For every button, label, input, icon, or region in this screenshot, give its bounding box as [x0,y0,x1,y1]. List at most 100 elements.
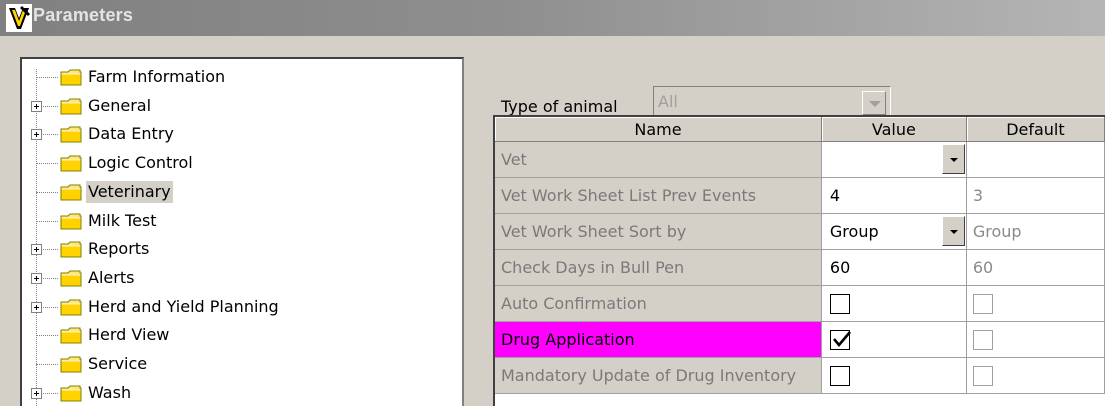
tree-connector [36,191,58,193]
folder-icon [60,355,82,373]
table-row[interactable]: Vet Work Sheet List Prev Events 4 3 [495,177,1105,214]
tree-connector [36,364,58,365]
folder-icon [60,68,82,86]
param-name-vet[interactable]: Vet [495,141,822,178]
table-row[interactable]: Vet Work Sheet Sort by Group Group [495,213,1105,250]
tree-item-label: Logic Control [88,153,193,173]
parameters-grid: Name Value Default Vet Vet Work Sheet Lis… [493,115,1105,406]
tree-item-milk-test[interactable]: Milk Test [22,207,462,235]
title-bar: Parameters [0,0,1105,36]
value-cell[interactable]: 60 [821,249,967,286]
expand-plus-icon[interactable] [31,100,42,112]
tree-item-farm-information[interactable]: Farm Information [22,63,462,91]
tree-connector [36,335,58,337]
type-of-animal-value: All [658,92,678,111]
default-checkbox [972,329,993,350]
tree-item-service[interactable]: Service [22,350,462,378]
default-checkbox [972,293,993,314]
table-row[interactable]: Auto Confirmation [495,285,1105,322]
column-header-name[interactable]: Name [495,117,822,142]
folder-icon [60,298,82,316]
tree-item-alerts[interactable]: Alerts [22,264,462,292]
column-header-default[interactable]: Default [966,117,1105,142]
default-cell: 60 [966,249,1105,286]
default-cell [966,321,1105,358]
column-header-value[interactable]: Value [821,117,967,142]
tree-item-herd-view[interactable]: Herd View [22,321,462,349]
default-cell: Group [966,213,1105,250]
tree-item-label: General [88,95,152,115]
default-cell [966,141,1105,178]
chevron-down-icon[interactable] [862,91,886,115]
table-row[interactable]: Check Days in Bull Pen 60 60 [495,249,1105,286]
value-cell[interactable]: 4 [821,177,967,214]
tree-item-general[interactable]: General [22,92,462,120]
tree-item-label: Data Entry [88,124,174,144]
default-text: Group [972,222,1022,241]
value-text: 60 [829,258,851,277]
type-of-animal-label: Type of animal [501,97,618,116]
tree-connector [36,77,58,78]
table-row[interactable]: Drug Application [495,321,1105,358]
expand-plus-icon[interactable] [31,387,42,399]
param-name-mandatory-update-of-drug-inventory[interactable]: Mandatory Update of Drug Inventory [495,357,822,394]
tree-item-label: Veterinary [86,180,173,203]
param-name-check-days-in-bull-pen[interactable]: Check Days in Bull Pen [495,249,822,286]
tree-item-data-entry[interactable]: Data Entry [22,120,462,148]
window-title: Parameters [33,5,134,25]
tree-connector [36,163,58,165]
default-checkbox [972,365,993,386]
value-cell[interactable] [821,285,967,322]
value-checkbox[interactable] [829,329,851,350]
parameter-tree[interactable]: Farm Information General Data Entry Logic C… [20,57,464,406]
default-text: 3 [972,186,984,205]
tree-item-herd-and-yield-planning[interactable]: Herd and Yield Planning [22,293,462,321]
folder-icon [60,125,82,143]
tree-item-reports[interactable]: Reports [22,235,462,263]
grid-header-row: Name Value Default [495,117,1105,142]
tree-item-label: Reports [88,239,150,259]
folder-icon [60,384,82,402]
expand-plus-icon[interactable] [31,129,42,141]
tree-item-label: Wash [88,382,132,402]
tree-item-logic-control[interactable]: Logic Control [22,149,462,177]
dropdown-arrow-icon[interactable] [941,216,965,246]
tree-item-label: Herd View [88,325,170,345]
tree-item-label: Alerts [88,267,135,287]
value-checkbox[interactable] [829,293,850,314]
tree-item-label: Milk Test [88,210,157,230]
param-name-vet-work-sheet-sort-by[interactable]: Vet Work Sheet Sort by [495,213,822,250]
tree-item-veterinary[interactable]: Veterinary [22,178,462,206]
expand-plus-icon[interactable] [31,301,42,313]
default-cell [966,357,1105,394]
value-cell[interactable] [821,357,967,394]
tree-item-label: Farm Information [88,67,226,86]
tree-item-wash[interactable]: Wash [22,379,462,406]
tree-item-label: Service [88,354,148,373]
folder-icon [60,326,82,344]
value-cell[interactable] [821,321,967,358]
parameters-app-icon [6,4,32,32]
expand-plus-icon[interactable] [31,244,42,256]
param-name-vet-work-sheet-list-prev-events[interactable]: Vet Work Sheet List Prev Events [495,177,822,214]
folder-icon [60,97,82,115]
tree-connector [36,220,58,222]
param-name-drug-application[interactable]: Drug Application [495,321,822,358]
value-cell[interactable] [821,141,967,178]
value-checkbox[interactable] [829,365,850,386]
folder-icon [60,183,82,201]
folder-icon [60,240,82,258]
value-text: 4 [829,186,841,205]
param-name-auto-confirmation[interactable]: Auto Confirmation [495,285,822,322]
expand-plus-icon[interactable] [31,272,42,284]
default-text: 60 [972,258,994,277]
folder-icon [60,212,82,230]
value-cell[interactable]: Group [821,213,967,250]
dropdown-arrow-icon[interactable] [941,144,965,174]
table-row[interactable]: Vet [495,141,1105,178]
table-row[interactable]: Mandatory Update of Drug Inventory [495,357,1105,394]
default-cell [966,285,1105,322]
tree-item-label: Herd and Yield Planning [88,296,279,316]
value-text: Group [829,222,879,241]
folder-icon [60,269,82,287]
